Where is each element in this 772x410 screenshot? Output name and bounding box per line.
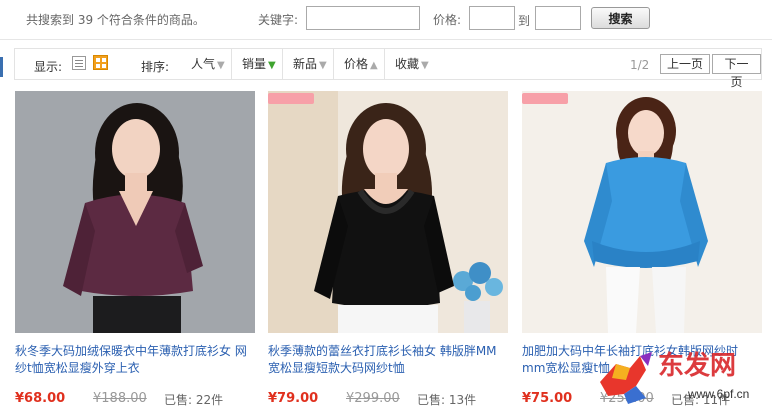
prev-page-button[interactable]: 上一页: [660, 54, 711, 74]
list-view-icon[interactable]: [72, 56, 86, 70]
product-original-price: ¥188.00: [93, 391, 147, 406]
svg-text:东发网: 东发网: [658, 350, 736, 380]
arrow-down-icon: ▼: [217, 60, 225, 71]
product-title-line1[interactable]: 秋季薄款的蕾丝衣打底衫长袖女 韩版胖MM: [268, 343, 508, 360]
sort-price[interactable]: 价格 ▲: [338, 49, 385, 79]
sort-popularity-label: 人气: [191, 57, 216, 71]
price-to-label: 到: [518, 14, 531, 28]
product-sold-count: 已售: 22件: [164, 393, 224, 407]
price-label: 价格:: [433, 13, 462, 27]
grid-view-icon[interactable]: [93, 55, 108, 70]
sort-price-label: 价格: [344, 57, 369, 71]
new-tag-badge: [268, 93, 314, 104]
sort-popularity[interactable]: 人气 ▼: [185, 49, 232, 79]
product-image[interactable]: [15, 91, 255, 333]
product-sold-count: 已售: 13件: [417, 393, 477, 407]
sort-favorites[interactable]: 收藏 ▼: [389, 49, 435, 79]
product-card[interactable]: 秋冬季大码加绒保暖衣中年薄款打底衫女 网 纱t恤宽松显瘦外穿上衣 ¥68.00 …: [15, 91, 255, 410]
product-price: ¥68.00: [15, 391, 66, 406]
sort-sales-label: 销量: [242, 57, 267, 71]
result-count-text: 共搜索到 39 个符合条件的商品。: [26, 13, 205, 27]
site-watermark-logo: 东发网 www.6pf.cn: [596, 346, 772, 410]
keyword-input[interactable]: [306, 6, 420, 30]
arrow-up-icon: ▲: [370, 60, 378, 71]
arrow-down-icon: ▼: [268, 60, 276, 71]
svg-text:www.6pf.cn: www.6pf.cn: [687, 387, 749, 401]
search-button[interactable]: 搜索: [591, 7, 650, 29]
new-tag-badge: [522, 93, 568, 104]
product-original-price: ¥299.00: [346, 391, 400, 406]
sort-sales[interactable]: 销量 ▼: [236, 49, 283, 79]
price-max-input[interactable]: [535, 6, 581, 30]
product-price: ¥75.00: [522, 391, 573, 406]
product-price: ¥79.00: [268, 391, 319, 406]
sort-favorites-label: 收藏: [395, 57, 420, 71]
sort-label: 排序:: [141, 60, 170, 74]
product-image[interactable]: [522, 91, 762, 333]
price-min-input[interactable]: [469, 6, 515, 30]
next-page-button[interactable]: 下一页: [712, 54, 761, 89]
keyword-label: 关键字:: [258, 13, 299, 27]
display-label: 显示:: [34, 60, 63, 74]
product-card[interactable]: 秋季薄款的蕾丝衣打底衫长袖女 韩版胖MM 宽松显瘦短款大码网纱t恤 ¥79.00…: [268, 91, 508, 410]
sort-toolbar: 显示: 排序: 人气 ▼ 销量 ▼ 新品 ▼ 价格 ▲ 收藏 ▼ 1/2 上一页 下一页: [14, 48, 762, 89]
product-title-line1[interactable]: 秋冬季大码加绒保暖衣中年薄款打底衫女 网: [15, 343, 255, 360]
product-title-line2[interactable]: 纱t恤宽松显瘦外穿上衣: [15, 360, 255, 377]
page-indicator: 1/2: [630, 58, 650, 72]
search-bar: 共搜索到 39 个符合条件的商品。 关键字: 价格: 到 搜索: [0, 0, 772, 40]
product-image[interactable]: [268, 91, 508, 333]
sort-new[interactable]: 新品 ▼: [287, 49, 334, 79]
product-title-line2[interactable]: 宽松显瘦短款大码网纱t恤: [268, 360, 508, 377]
sort-new-label: 新品: [293, 57, 318, 71]
arrow-down-icon: ▼: [421, 60, 429, 71]
arrow-down-icon: ▼: [319, 60, 327, 71]
left-accent-bar: [0, 57, 3, 77]
